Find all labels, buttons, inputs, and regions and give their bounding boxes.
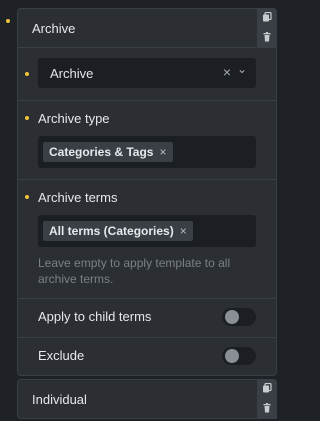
remove-tag-icon[interactable]: ×	[180, 224, 187, 238]
archive-terms-multiselect[interactable]: All terms (Categories) ×	[38, 215, 256, 247]
copy-icon[interactable]	[262, 383, 272, 393]
apply-child-terms-row: Apply to child terms	[18, 298, 276, 338]
panel-actions	[257, 8, 277, 48]
selected-tag: All terms (Categories) ×	[43, 221, 193, 241]
panel-actions	[257, 379, 277, 419]
individual-panel-header[interactable]: Individual	[18, 380, 276, 418]
panel-modified-indicator	[6, 19, 10, 23]
panel-title: Individual	[32, 392, 87, 407]
trash-icon[interactable]	[262, 32, 272, 42]
individual-condition-panel: Individual	[17, 379, 277, 419]
archive-terms-help-text: Leave empty to apply template to all arc…	[38, 255, 256, 287]
archive-panel-header[interactable]: Archive	[18, 9, 276, 48]
archive-terms-label: Archive terms	[38, 190, 118, 205]
archive-type-multiselect[interactable]: Categories & Tags ×	[38, 136, 256, 168]
exclude-label: Exclude	[38, 348, 85, 363]
copy-icon[interactable]	[262, 12, 272, 22]
toggle-knob	[225, 349, 239, 363]
apply-child-terms-toggle[interactable]	[222, 308, 256, 326]
archive-select[interactable]: Archive × ⌄	[38, 58, 256, 88]
trash-icon[interactable]	[262, 403, 272, 413]
tag-label: All terms (Categories)	[49, 224, 174, 238]
archive-type-row: Archive type Categories & Tags ×	[18, 100, 276, 180]
toggle-knob	[225, 310, 239, 324]
panel-title: Archive	[32, 21, 76, 36]
field-modified-indicator	[25, 116, 29, 120]
archive-select-row: Archive × ⌄	[18, 48, 276, 101]
clear-icon[interactable]: ×	[223, 64, 231, 80]
help-line: archive terms.	[38, 272, 114, 286]
selected-tag: Categories & Tags ×	[43, 142, 173, 162]
field-modified-indicator	[25, 72, 29, 76]
chevron-down-icon[interactable]: ⌄	[237, 62, 247, 76]
select-value: Archive	[50, 66, 94, 81]
exclude-toggle[interactable]	[222, 347, 256, 365]
apply-child-terms-label: Apply to child terms	[38, 309, 152, 324]
archive-condition-panel: Archive Archive × ⌄ Archive type Categor…	[17, 8, 277, 376]
field-modified-indicator	[25, 195, 29, 199]
help-line: Leave empty to apply template to all	[38, 256, 231, 270]
archive-type-label: Archive type	[38, 111, 110, 126]
exclude-row: Exclude	[18, 337, 276, 375]
tag-label: Categories & Tags	[49, 145, 154, 159]
archive-terms-row: Archive terms All terms (Categories) × L…	[18, 179, 276, 299]
remove-tag-icon[interactable]: ×	[159, 145, 166, 159]
